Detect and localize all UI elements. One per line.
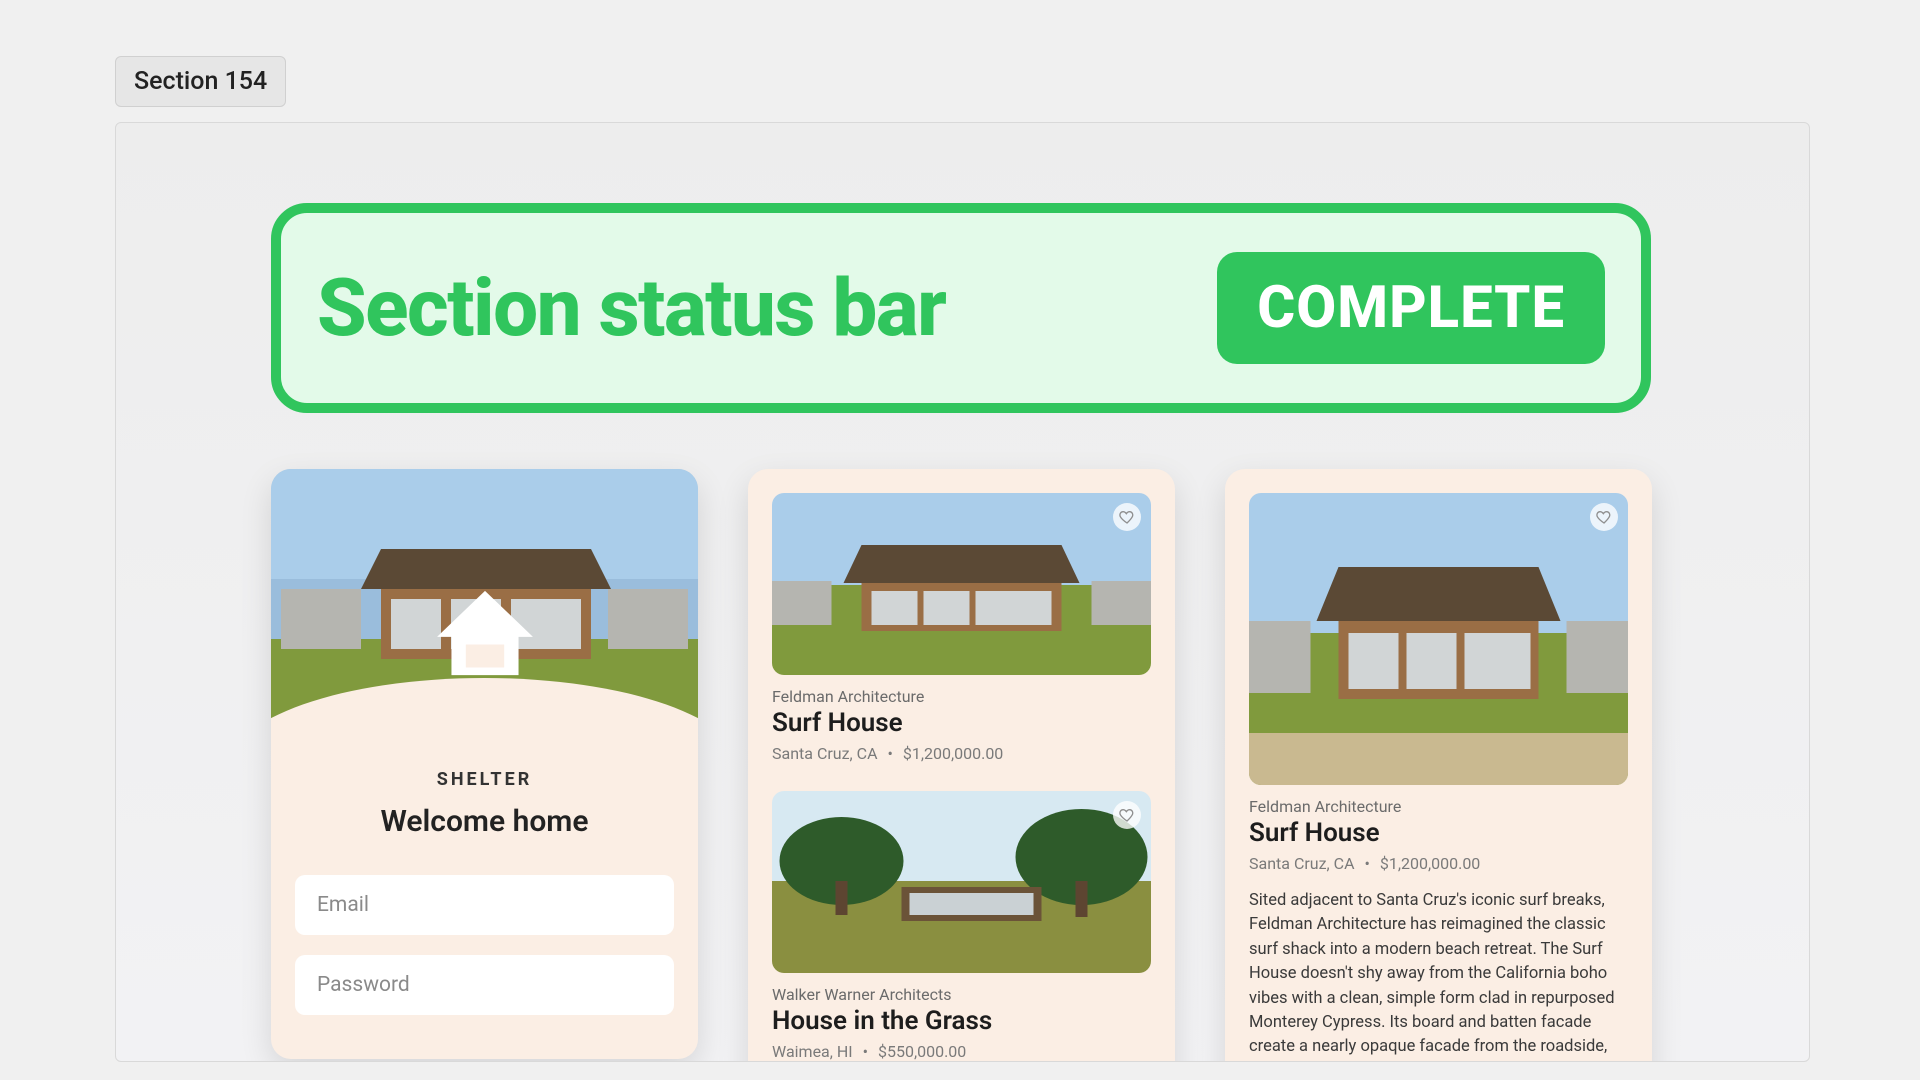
listing-architect: Feldman Architecture: [1249, 797, 1628, 816]
password-field[interactable]: Password: [295, 955, 674, 1015]
favorite-button[interactable]: [1590, 503, 1618, 531]
listing-detail-card: Feldman Architecture Surf House Santa Cr…: [1225, 469, 1652, 1062]
heart-icon: [1119, 509, 1135, 525]
listing-location: Waimea, HI: [772, 1042, 853, 1061]
section-chip[interactable]: Section 154: [115, 56, 286, 107]
favorite-button[interactable]: [1113, 801, 1141, 829]
listing-architect: Feldman Architecture: [772, 687, 1151, 706]
listing-meta: Santa Cruz, CA • $1,200,000.00: [1249, 854, 1628, 873]
listing-description: Sited adjacent to Santa Cruz's iconic su…: [1249, 889, 1628, 1062]
listing-photo: [772, 493, 1151, 675]
listing-price: $550,000.00: [878, 1042, 966, 1061]
listing-photo: [772, 791, 1151, 973]
favorite-button[interactable]: [1113, 503, 1141, 531]
listing-title: Surf House: [1249, 818, 1628, 848]
listing-item[interactable]: Feldman Architecture Surf House Santa Cr…: [772, 493, 1151, 763]
home-icon: [437, 587, 533, 679]
email-field[interactable]: Email: [295, 875, 674, 935]
status-bar: Section status bar COMPLETE: [271, 203, 1651, 413]
login-brand-label: SHELTER: [295, 769, 674, 790]
listings-card: Feldman Architecture Surf House Santa Cr…: [748, 469, 1175, 1062]
design-canvas: Section status bar COMPLETE: [115, 122, 1810, 1062]
listing-architect: Walker Warner Architects: [772, 985, 1151, 1004]
listing-location: Santa Cruz, CA: [772, 744, 878, 763]
listing-price: $1,200,000.00: [1380, 854, 1480, 873]
login-headline: Welcome home: [295, 804, 674, 839]
listing-location: Santa Cruz, CA: [1249, 854, 1355, 873]
listing-meta: Santa Cruz, CA • $1,200,000.00: [772, 744, 1151, 763]
listing-price: $1,200,000.00: [903, 744, 1003, 763]
listing-title: Surf House: [772, 708, 1151, 738]
heart-icon: [1119, 807, 1135, 823]
listing-detail-photo: [1249, 493, 1628, 785]
login-hero-image: [271, 469, 698, 769]
status-bar-title: Section status bar: [317, 261, 1189, 355]
status-badge-complete: COMPLETE: [1217, 252, 1605, 364]
login-card: SHELTER Welcome home Email Password: [271, 469, 698, 1059]
listing-meta: Waimea, HI • $550,000.00: [772, 1042, 1151, 1061]
heart-icon: [1596, 509, 1612, 525]
listing-title: House in the Grass: [772, 1006, 1151, 1036]
listing-item[interactable]: Walker Warner Architects House in the Gr…: [772, 791, 1151, 1061]
